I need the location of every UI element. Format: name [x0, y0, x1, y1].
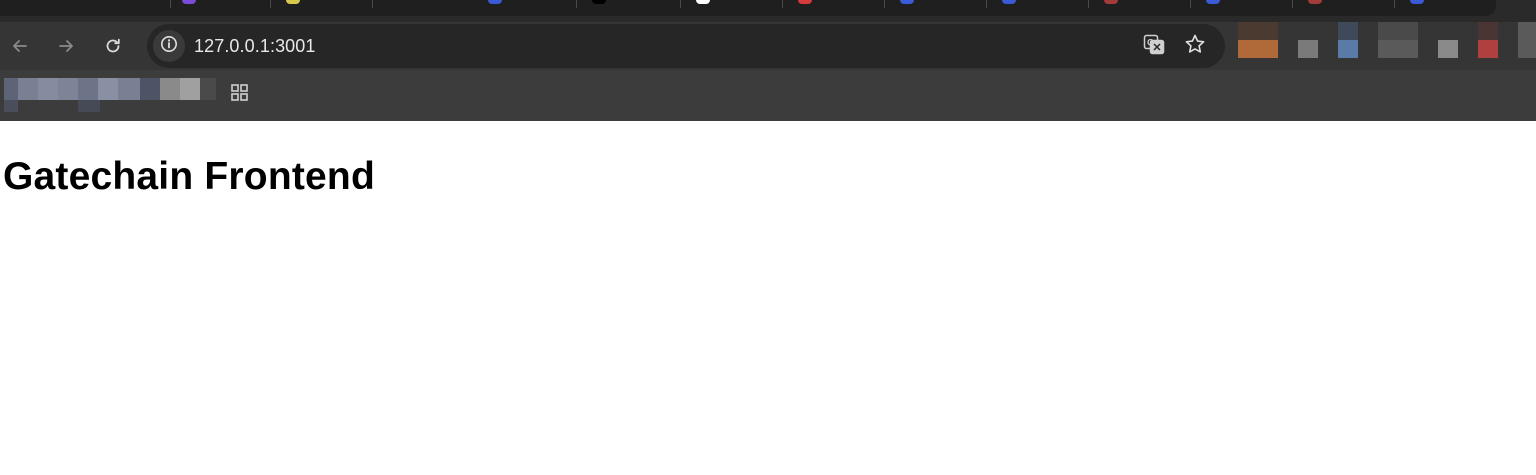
- address-bar[interactable]: 127.0.0.1:3001 G: [147, 24, 1225, 68]
- tab-separator: [782, 0, 783, 8]
- tab-favicon[interactable]: [696, 0, 710, 4]
- tab-favicon[interactable]: [286, 0, 300, 4]
- tab-favicon[interactable]: [488, 0, 502, 4]
- extension-icon[interactable]: [1518, 22, 1536, 58]
- svg-text:G: G: [1147, 37, 1154, 47]
- extension-icon[interactable]: [1378, 40, 1418, 58]
- tab-bar: [0, 0, 1496, 16]
- extension-icon[interactable]: [1298, 40, 1318, 58]
- tab-favicon[interactable]: [1410, 0, 1424, 4]
- page-content: Gatechain Frontend: [0, 121, 1536, 475]
- tab-separator: [1190, 0, 1191, 8]
- tab-favicon[interactable]: [1308, 0, 1322, 4]
- tab-favicon[interactable]: [900, 0, 914, 4]
- tab-strip: [0, 0, 1536, 22]
- toolbar: 127.0.0.1:3001 G: [0, 22, 1536, 70]
- tab-favicon[interactable]: [798, 0, 812, 4]
- star-icon: [1184, 33, 1206, 60]
- apps-button[interactable]: [229, 82, 251, 104]
- url-text[interactable]: 127.0.0.1:3001: [194, 36, 316, 57]
- extension-icon[interactable]: [1238, 40, 1278, 58]
- extension-icon[interactable]: [1438, 40, 1458, 58]
- tab-favicon[interactable]: [1002, 0, 1016, 4]
- tab-separator: [1088, 0, 1089, 8]
- arrow-left-icon: [10, 36, 30, 56]
- tab-separator: [986, 0, 987, 8]
- tab-separator: [680, 0, 681, 8]
- bookmark-items-pixelated[interactable]: [4, 78, 216, 112]
- info-icon: [160, 35, 178, 58]
- tab-separator: [372, 0, 373, 8]
- extension-icon[interactable]: [1238, 22, 1278, 40]
- site-info-button[interactable]: [153, 30, 185, 62]
- back-button[interactable]: [6, 32, 34, 60]
- apps-grid-icon: [229, 84, 251, 108]
- tab-favicon[interactable]: [1206, 0, 1220, 4]
- tab-favicon[interactable]: [1104, 0, 1118, 4]
- browser-chrome: 127.0.0.1:3001 G: [0, 0, 1536, 121]
- extension-icon[interactable]: [1478, 22, 1498, 40]
- tab-separator: [1394, 0, 1395, 8]
- translate-icon: G: [1143, 33, 1165, 60]
- reload-button[interactable]: [99, 32, 127, 60]
- arrow-right-icon: [56, 36, 76, 56]
- tab-separator: [884, 0, 885, 8]
- tab-separator: [170, 0, 171, 8]
- tab-favicon[interactable]: [182, 0, 196, 4]
- extension-icon[interactable]: [1478, 40, 1498, 58]
- extension-icon[interactable]: [1338, 40, 1358, 58]
- tab-favicon[interactable]: [592, 0, 606, 4]
- bookmarks-bar: [0, 70, 1536, 121]
- forward-button[interactable]: [52, 32, 80, 60]
- tab-separator: [1292, 0, 1293, 8]
- tab-separator: [270, 0, 271, 8]
- extension-icon[interactable]: [1378, 22, 1418, 40]
- reload-icon: [103, 36, 123, 56]
- page-title: Gatechain Frontend: [3, 155, 375, 198]
- tab-separator: [576, 0, 577, 8]
- extension-icon[interactable]: [1338, 22, 1358, 40]
- translate-button[interactable]: G: [1142, 34, 1166, 58]
- bookmark-button[interactable]: [1183, 34, 1207, 58]
